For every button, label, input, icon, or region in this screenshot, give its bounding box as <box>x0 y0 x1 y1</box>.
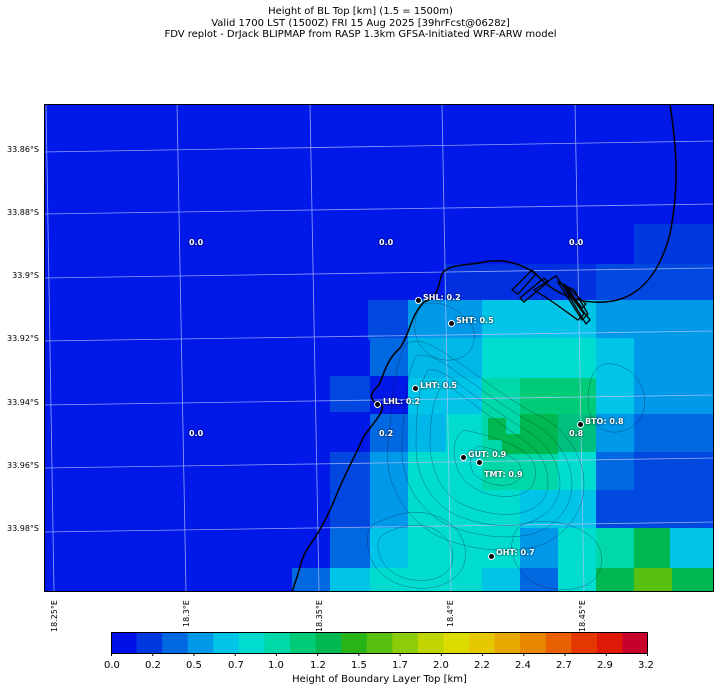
colorbar-swatch <box>520 632 547 654</box>
site-marker <box>460 454 467 461</box>
grid-value-label: 0.0 <box>569 238 584 247</box>
colorbar-swatch <box>213 632 240 654</box>
lat-label: 33.9°S <box>12 271 39 280</box>
colorbar-swatch <box>264 632 291 654</box>
title-line-3: FDV replot - DrJack BLIPMAP from RASP 1.… <box>164 29 557 40</box>
site-label: LHT: 0.5 <box>420 381 457 390</box>
lon-label: 18.25°E <box>50 600 59 632</box>
site-label: SHT: 0.5 <box>456 316 494 325</box>
grid-value-label: 0.0 <box>189 429 204 438</box>
colorbar-tick-label: 3.2 <box>638 660 654 671</box>
colorbar-tick-label: 0.2 <box>145 660 161 671</box>
colorbar-tick-label: 2.0 <box>433 660 449 671</box>
colorbar-swatch <box>443 632 470 654</box>
colorbar-tick-label: 2.2 <box>474 660 490 671</box>
colorbar-tick-label: 1.5 <box>351 660 367 671</box>
colorbar-swatch <box>596 632 623 654</box>
site-label: TMT: 0.9 <box>484 470 523 479</box>
lat-label: 33.88°S <box>7 208 39 217</box>
site-label: GUT: 0.9 <box>468 450 507 459</box>
colorbar-swatch <box>162 632 189 654</box>
site-marker <box>374 401 381 408</box>
colorbar-swatch <box>622 632 648 654</box>
grid-value-label: 0.0 <box>379 238 394 247</box>
colorbar-tick-label: 2.9 <box>597 660 613 671</box>
site-label: OHT: 0.7 <box>496 548 535 557</box>
colorbar-swatch <box>111 632 138 654</box>
site-marker <box>415 297 422 304</box>
colorbar-swatch <box>366 632 393 654</box>
colorbar-tick-label: 1.0 <box>268 660 284 671</box>
colorbar-swatch <box>136 632 163 654</box>
title-line-1: Height of BL Top [km] (1.5 = 1500m) <box>268 6 453 17</box>
grid-value-label: 0.0 <box>189 238 204 247</box>
colorbar-tick-label: 1.2 <box>310 660 326 671</box>
colorbar-swatch <box>494 632 521 654</box>
site-marker <box>488 553 495 560</box>
site-marker <box>476 459 483 466</box>
colorbar-title: Height of Boundary Layer Top [km] <box>292 674 467 685</box>
colorbar-swatch <box>341 632 368 654</box>
site-marker <box>412 385 419 392</box>
lat-label: 33.94°S <box>7 398 39 407</box>
colorbar <box>111 632 648 656</box>
lon-label: 18.35°E <box>315 600 324 632</box>
colorbar-tick-label: 2.4 <box>515 660 531 671</box>
grid-value-label: 0.8 <box>569 429 584 438</box>
lat-label: 33.86°S <box>7 145 39 154</box>
site-marker <box>577 421 584 428</box>
colorbar-swatch <box>392 632 419 654</box>
colorbar-swatch <box>571 632 598 654</box>
colorbar-swatch <box>545 632 572 654</box>
colorbar-tick-label: 1.7 <box>392 660 408 671</box>
site-label: SHL: 0.2 <box>423 293 461 302</box>
site-marker <box>448 320 455 327</box>
colorbar-tick-label: 0.0 <box>104 660 120 671</box>
lon-label: 18.4°E <box>446 600 455 627</box>
site-label: LHL: 0.2 <box>383 397 421 406</box>
colorbar-swatch <box>187 632 214 654</box>
colorbar-swatch <box>238 632 265 654</box>
lon-label: 18.45°E <box>578 600 587 632</box>
blipmap-map <box>44 104 714 592</box>
lat-label: 33.92°S <box>7 334 39 343</box>
colorbar-swatch <box>290 632 317 654</box>
site-label: BTO: 0.8 <box>585 417 624 426</box>
lon-label: 18.3°E <box>182 600 191 627</box>
lat-label: 33.96°S <box>7 461 39 470</box>
colorbar-tick-label: 0.7 <box>228 660 244 671</box>
lat-label: 33.98°S <box>7 524 39 533</box>
colorbar-swatch <box>315 632 342 654</box>
grid-value-label: 0.2 <box>379 429 394 438</box>
colorbar-tick-label: 2.7 <box>556 660 572 671</box>
colorbar-tick-label: 0.5 <box>186 660 202 671</box>
colorbar-swatch <box>417 632 444 654</box>
colorbar-swatch <box>469 632 496 654</box>
